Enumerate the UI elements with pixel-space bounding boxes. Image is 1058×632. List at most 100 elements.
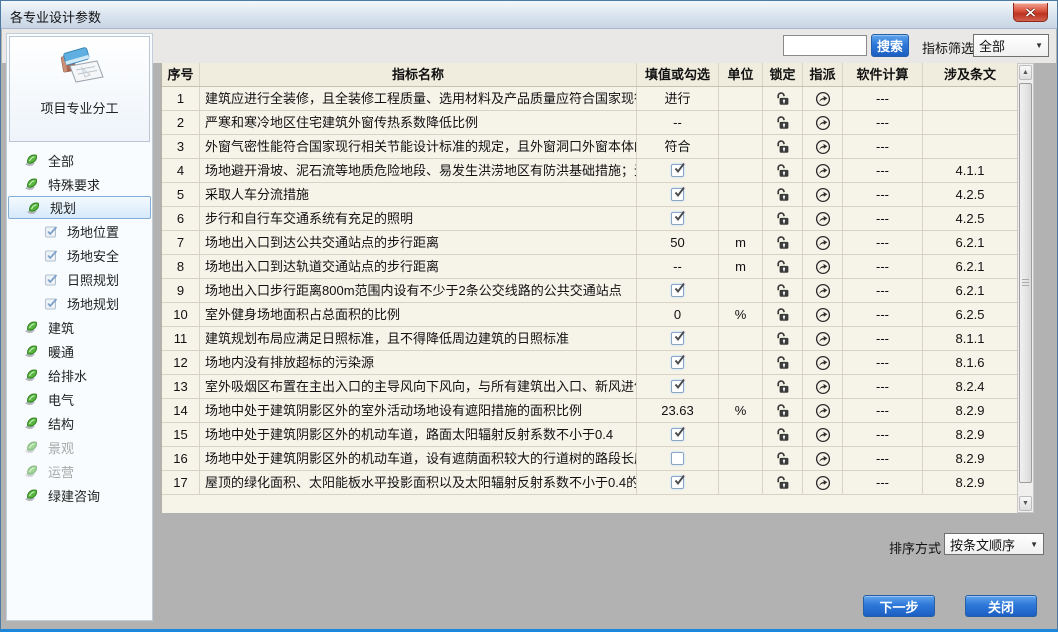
- unlock-icon[interactable]: [775, 331, 791, 346]
- column-header[interactable]: 单位: [719, 63, 763, 86]
- value-cell[interactable]: [637, 207, 719, 230]
- sidebar-item[interactable]: 场地安全: [7, 243, 152, 267]
- value-cell[interactable]: --: [637, 111, 719, 134]
- search-input[interactable]: [783, 35, 867, 56]
- assign-icon[interactable]: [815, 187, 831, 203]
- sidebar-item[interactable]: 绿建咨询: [7, 483, 152, 507]
- column-header[interactable]: 填值或勾选: [637, 63, 719, 86]
- value-checkbox-checked[interactable]: [671, 210, 685, 225]
- assign-cell[interactable]: [803, 279, 843, 302]
- column-header[interactable]: 序号: [162, 63, 200, 86]
- assign-cell[interactable]: [803, 375, 843, 398]
- lock-cell[interactable]: [763, 471, 803, 494]
- assign-icon[interactable]: [815, 91, 831, 107]
- sidebar-item[interactable]: 场地位置: [7, 219, 152, 243]
- assign-cell[interactable]: [803, 255, 843, 278]
- close-icon[interactable]: [1013, 3, 1048, 22]
- sidebar-item[interactable]: 特殊要求: [7, 172, 152, 196]
- assign-icon[interactable]: [815, 427, 831, 443]
- unlock-icon[interactable]: [775, 235, 791, 250]
- search-button[interactable]: 搜索: [871, 34, 909, 57]
- lock-cell[interactable]: [763, 351, 803, 374]
- scroll-thumb[interactable]: [1019, 83, 1032, 483]
- value-cell[interactable]: [637, 375, 719, 398]
- assign-icon[interactable]: [815, 235, 831, 251]
- value-cell[interactable]: 50: [637, 231, 719, 254]
- value-cell[interactable]: [637, 327, 719, 350]
- table-row[interactable]: 7 场地出入口到达公共交通站点的步行距离 50 m --- 6.2.1: [162, 231, 1017, 255]
- table-row[interactable]: 17屋顶的绿化面积、太阳能板水平投影面积以及太阳辐射反射系数不小于0.4的屋面面…: [162, 471, 1017, 495]
- assign-cell[interactable]: [803, 231, 843, 254]
- value-checkbox-checked[interactable]: [671, 474, 685, 489]
- unlock-icon[interactable]: [775, 427, 791, 442]
- scroll-up-icon[interactable]: ▲: [1019, 65, 1032, 80]
- sidebar-item[interactable]: 运营: [7, 459, 152, 483]
- assign-cell[interactable]: [803, 351, 843, 374]
- assign-icon[interactable]: [815, 355, 831, 371]
- value-checkbox-unchecked[interactable]: [671, 452, 684, 465]
- sidebar-item[interactable]: 规划: [8, 196, 151, 219]
- lock-cell[interactable]: [763, 159, 803, 182]
- value-checkbox-checked[interactable]: [671, 282, 685, 297]
- lock-cell[interactable]: [763, 255, 803, 278]
- unlock-icon[interactable]: [775, 355, 791, 370]
- value-cell[interactable]: --: [637, 255, 719, 278]
- value-cell[interactable]: [637, 279, 719, 302]
- column-header[interactable]: 软件计算: [843, 63, 923, 86]
- lock-cell[interactable]: [763, 135, 803, 158]
- assign-cell[interactable]: [803, 447, 843, 470]
- column-header[interactable]: 锁定: [763, 63, 803, 86]
- table-row[interactable]: 2 严寒和寒冷地区住宅建筑外窗传热系数降低比例 -- ---: [162, 111, 1017, 135]
- table-row[interactable]: 13 室外吸烟区布置在主出入口的主导风向下风向，与所有建筑出入口、新风进气口和..…: [162, 375, 1017, 399]
- sidebar-item[interactable]: 暖通: [7, 339, 152, 363]
- assign-cell[interactable]: [803, 87, 843, 110]
- value-cell[interactable]: [637, 447, 719, 470]
- unlock-icon[interactable]: [775, 139, 791, 154]
- lock-cell[interactable]: [763, 183, 803, 206]
- value-cell[interactable]: [637, 351, 719, 374]
- assign-icon[interactable]: [815, 211, 831, 227]
- assign-cell[interactable]: [803, 471, 843, 494]
- table-row[interactable]: 6 步行和自行车交通系统有充足的照明 --- 4.2.5: [162, 207, 1017, 231]
- filter-combobox[interactable]: 全部 ▼: [973, 34, 1049, 57]
- unlock-icon[interactable]: [775, 403, 791, 418]
- value-checkbox-checked[interactable]: [671, 330, 685, 345]
- value-checkbox-checked[interactable]: [671, 354, 685, 369]
- vertical-scrollbar[interactable]: ▲ ▼: [1017, 63, 1034, 513]
- lock-cell[interactable]: [763, 87, 803, 110]
- sidebar-item[interactable]: 景观: [7, 435, 152, 459]
- column-header[interactable]: 指派: [803, 63, 843, 86]
- table-row[interactable]: 1 建筑应进行全装修，且全装修工程质量、选用材料及产品质量应符合国家现行有关...…: [162, 87, 1017, 111]
- unlock-icon[interactable]: [775, 451, 791, 466]
- value-checkbox-checked[interactable]: [671, 426, 685, 441]
- sidebar-item[interactable]: 建筑: [7, 315, 152, 339]
- value-cell[interactable]: [637, 183, 719, 206]
- unlock-icon[interactable]: [775, 211, 791, 226]
- column-header[interactable]: 指标名称: [200, 63, 637, 86]
- value-cell[interactable]: [637, 423, 719, 446]
- unlock-icon[interactable]: [775, 475, 791, 490]
- table-row[interactable]: 8 场地出入口到达轨道交通站点的步行距离 -- m --- 6.2.1: [162, 255, 1017, 279]
- table-row[interactable]: 11 建筑规划布局应满足日照标准，且不得降低周边建筑的日照标准 --- 8.1.1: [162, 327, 1017, 351]
- assign-icon[interactable]: [815, 475, 831, 491]
- assign-icon[interactable]: [815, 403, 831, 419]
- sidebar-item[interactable]: 场地规划: [7, 291, 152, 315]
- unlock-icon[interactable]: [775, 379, 791, 394]
- assign-icon[interactable]: [815, 115, 831, 131]
- lock-cell[interactable]: [763, 327, 803, 350]
- assign-cell[interactable]: [803, 303, 843, 326]
- sidebar-item[interactable]: 电气: [7, 387, 152, 411]
- unlock-icon[interactable]: [775, 187, 791, 202]
- assign-cell[interactable]: [803, 183, 843, 206]
- value-cell[interactable]: 23.63: [637, 399, 719, 422]
- unlock-icon[interactable]: [775, 163, 791, 178]
- unlock-icon[interactable]: [775, 259, 791, 274]
- table-row[interactable]: 16场地中处于建筑阴影区外的机动车道，设有遮荫面积较大的行道树的路段长度超过7.…: [162, 447, 1017, 471]
- assign-cell[interactable]: [803, 135, 843, 158]
- assign-icon[interactable]: [815, 379, 831, 395]
- unlock-icon[interactable]: [775, 115, 791, 130]
- assign-icon[interactable]: [815, 163, 831, 179]
- value-cell[interactable]: [637, 159, 719, 182]
- table-row[interactable]: 10 室外健身场地面积占总面积的比例 0% --- 6.2.5: [162, 303, 1017, 327]
- table-row[interactable]: 15 场地中处于建筑阴影区外的机动车道，路面太阳辐射反射系数不小于0.4 --- 8.…: [162, 423, 1017, 447]
